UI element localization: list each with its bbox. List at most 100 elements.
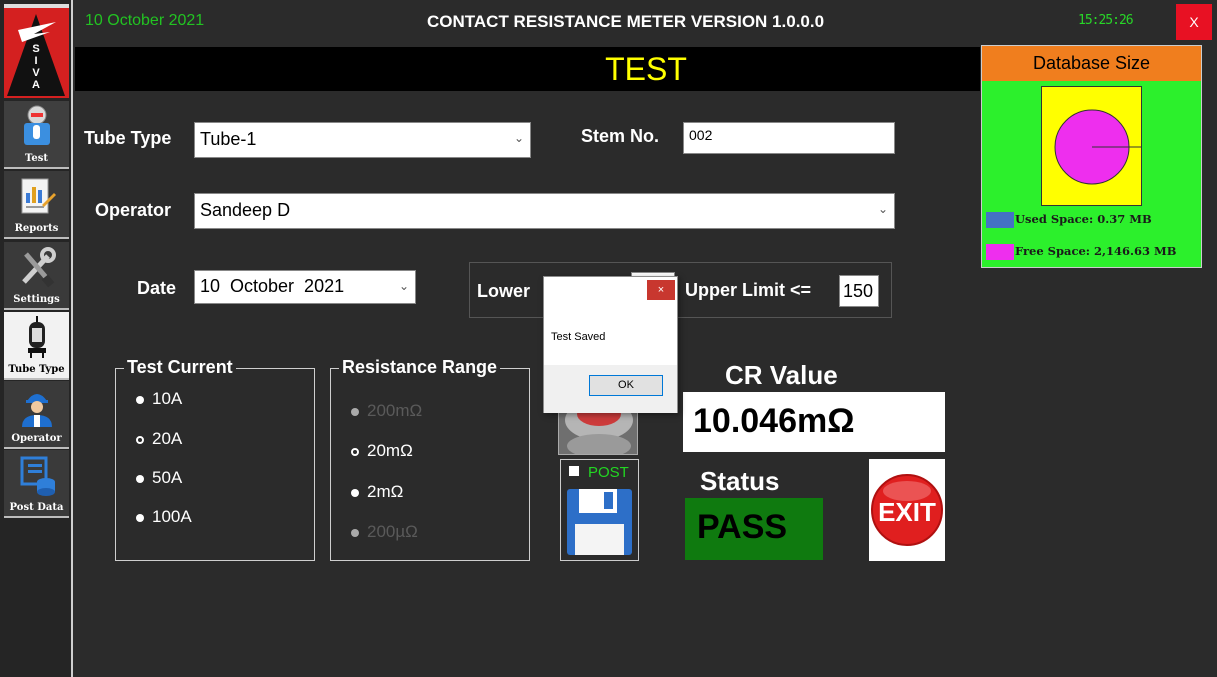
logo-letter-v: V (32, 67, 40, 79)
sidebar: S I V A Test Reports Settings Tube Type … (0, 0, 73, 677)
legend-free-swatch (986, 244, 1014, 260)
dialog-close-button[interactable]: × (647, 280, 675, 300)
post-checkbox[interactable] (569, 466, 579, 476)
cr-value-label: CR Value (725, 360, 838, 390)
option-label: 200mΩ (367, 401, 423, 420)
tube-type-label: Tube Type (84, 128, 172, 148)
tube-type-select[interactable]: Tube-1 ⌄ (194, 122, 531, 158)
reports-icon (21, 178, 56, 214)
option-label: 2mΩ (367, 482, 404, 501)
test-hand-icon (24, 105, 50, 145)
page-header-band: TEST (75, 47, 980, 91)
chevron-down-icon: ⌄ (398, 279, 409, 293)
range-option-200m[interactable]: 200mΩ (351, 401, 422, 421)
sidebar-item-test[interactable]: Test (4, 101, 69, 169)
test-current-option-10a[interactable]: 10A (136, 389, 182, 409)
dialog-ok-button[interactable]: OK (589, 375, 663, 396)
cr-value: 10.046mΩ (693, 402, 855, 440)
legend-used-swatch (986, 212, 1014, 228)
radio-dot (351, 488, 359, 497)
test-button-icon (559, 406, 637, 454)
save-floppy-icon[interactable] (566, 488, 633, 556)
radio-dot (351, 407, 359, 416)
cr-value-display: 10.046mΩ (683, 392, 945, 452)
legend-free-label: Free Space: 2,146.63 MB (1015, 244, 1177, 258)
radio-dot-selected (351, 447, 359, 456)
post-save-panel: POST (560, 459, 639, 561)
option-label: 20A (152, 429, 183, 448)
operator-icon (22, 394, 52, 427)
lower-limit-label: Lower (477, 281, 531, 301)
legend-used: Used Space: 0.37 MB (986, 212, 1152, 228)
legend-free: Free Space: 2,146.63 MB (986, 244, 1177, 260)
date-picker[interactable]: 10 October 2021 ⌄ (194, 270, 416, 304)
date-label: Date (137, 278, 177, 298)
status-label: Status (700, 466, 780, 496)
sidebar-item-operator[interactable]: Operator (4, 381, 69, 449)
status-badge: PASS (685, 498, 823, 560)
stem-no-input[interactable]: 002 (683, 122, 895, 154)
option-label: 20mΩ (367, 441, 413, 460)
dialog-message: Test Saved (551, 331, 606, 343)
current-date: 10 October 2021 (85, 12, 205, 29)
post-checkbox-label: POST (588, 464, 629, 481)
legend-used-label: Used Space: 0.37 MB (1015, 212, 1152, 226)
post-data-icon (20, 456, 55, 496)
sidebar-item-label: Settings (13, 294, 60, 305)
sidebar-item-post-data[interactable]: Post Data (4, 450, 69, 518)
sidebar-item-label: Post Data (9, 502, 64, 513)
range-option-20m[interactable]: 20mΩ (351, 441, 413, 461)
date-value: 10 October 2021 (200, 276, 345, 296)
radio-dot (351, 528, 359, 537)
logo-letter-s: S (32, 43, 39, 55)
test-current-group: Test Current 10A 20A 50A 100A (115, 357, 315, 561)
radio-dot (136, 513, 144, 522)
radio-dot (136, 474, 144, 483)
upper-limit-label: Upper Limit <= (685, 280, 812, 300)
operator-select[interactable]: Sandeep D ⌄ (194, 193, 895, 229)
test-current-option-100a[interactable]: 100A (136, 507, 192, 527)
range-option-2m[interactable]: 2mΩ (351, 482, 403, 502)
tube-type-value: Tube-1 (200, 129, 257, 149)
range-option-200u[interactable]: 200µΩ (351, 522, 418, 542)
vacuum-tube-icon (28, 316, 46, 358)
chevron-down-icon: ⌄ (877, 202, 888, 216)
sidebar-item-settings[interactable]: Settings (4, 242, 69, 310)
status-value: PASS (697, 508, 788, 546)
digital-clock: 15:25:26 (1078, 13, 1134, 28)
chevron-down-icon: ⌄ (513, 131, 524, 145)
upper-limit-input[interactable]: 150 (839, 275, 879, 307)
option-label: 200µΩ (367, 522, 418, 541)
exit-label: EXIT (878, 497, 936, 527)
sidebar-item-label: Tube Type (8, 364, 65, 375)
operator-label: Operator (95, 200, 172, 220)
upper-limit-value: 150 (843, 281, 874, 301)
resistance-range-title: Resistance Range (339, 357, 501, 378)
sidebar-item-label: Reports (14, 223, 59, 234)
exit-icon: EXIT (871, 474, 943, 546)
stem-no-value: 002 (689, 127, 713, 143)
title-bar: 10 October 2021 CONTACT RESISTANCE METER… (75, 0, 1217, 44)
logo-letter-i: I (34, 55, 37, 67)
app-title: CONTACT RESISTANCE METER VERSION 1.0.0.0 (427, 12, 825, 31)
test-current-option-20a[interactable]: 20A (136, 429, 182, 449)
logo-letter-a: A (32, 79, 40, 91)
sidebar-item-label: Operator (11, 433, 62, 444)
option-label: 10A (152, 389, 183, 408)
test-current-title: Test Current (124, 357, 236, 378)
option-label: 100A (152, 507, 192, 526)
exit-button[interactable]: EXIT (869, 459, 945, 561)
limits-panel (469, 262, 892, 318)
test-current-option-50a[interactable]: 50A (136, 468, 182, 488)
database-size-panel: Database Size Used Space: 0.37 MB Free S… (981, 45, 1202, 268)
option-label: 50A (152, 468, 183, 487)
radio-dot (136, 395, 144, 404)
sidebar-item-reports[interactable]: Reports (4, 171, 69, 239)
settings-tools-icon (22, 247, 56, 288)
database-size-title: Database Size (982, 46, 1201, 81)
close-app-button[interactable]: X (1176, 4, 1212, 40)
sidebar-item-tube-type[interactable]: Tube Type (4, 312, 69, 380)
test-saved-dialog: × Test Saved OK (543, 276, 678, 413)
resistance-range-group: Resistance Range 200mΩ 20mΩ 2mΩ 200µΩ (330, 357, 530, 561)
siva-logo: S I V A (4, 4, 69, 98)
